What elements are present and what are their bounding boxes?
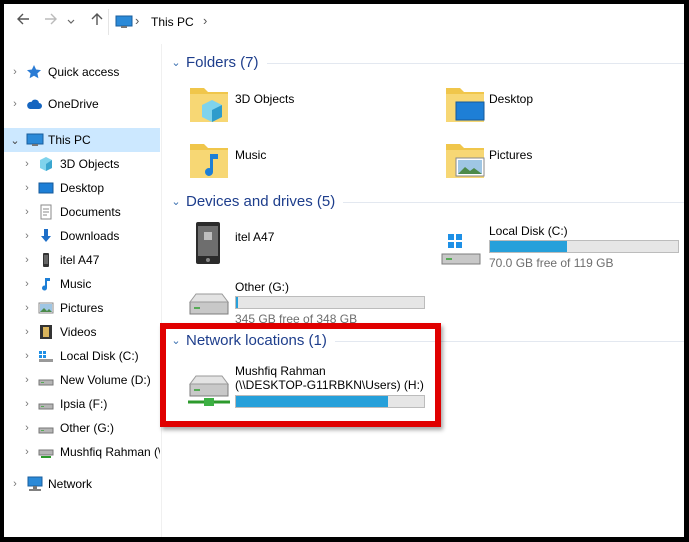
- sidebar-item-videos[interactable]: › Videos: [4, 320, 160, 344]
- star-icon: [26, 64, 42, 80]
- expand-chevron-icon[interactable]: ›: [20, 158, 34, 170]
- usage-bar-fill-g: [236, 297, 238, 308]
- breadcrumb-this-pc[interactable]: This PC: [151, 15, 194, 29]
- usage-bar-g: [235, 296, 425, 309]
- expand-chevron-icon[interactable]: ›: [20, 278, 34, 290]
- expand-chevron-icon[interactable]: ›: [8, 478, 22, 490]
- drive-icon: [38, 396, 54, 412]
- usage-bar-fill-c: [490, 241, 568, 252]
- folder-pictures-icon: [446, 144, 485, 178]
- device-local-disk-c[interactable]: Local Disk (C:) 70.0 GB free of 119 GB: [436, 218, 681, 270]
- sidebar-item-desktop[interactable]: › Desktop: [4, 176, 160, 200]
- highlight-box: [160, 323, 441, 427]
- forward-arrow-icon: [45, 13, 57, 25]
- document-icon: [38, 204, 54, 220]
- windows-drive-icon: [441, 234, 481, 265]
- sidebar-item-local-disk-c[interactable]: › Local Disk (C:): [4, 344, 160, 368]
- sidebar-item-3d-objects[interactable]: › 3D Objects: [4, 152, 160, 176]
- address-bar-row: › This PC ›: [4, 4, 684, 40]
- group-divider: [343, 201, 684, 203]
- sidebar-item-pictures[interactable]: › Pictures: [4, 296, 160, 320]
- drive-icon: [189, 293, 229, 315]
- expand-chevron-icon[interactable]: ›: [20, 230, 34, 242]
- expand-chevron-icon[interactable]: ›: [20, 254, 34, 266]
- sidebar-item-network[interactable]: › Network: [4, 472, 160, 496]
- computer-icon: [26, 132, 44, 148]
- sidebar-item-quick-access[interactable]: › Quick access: [4, 60, 160, 84]
- expand-chevron-icon[interactable]: ›: [8, 98, 22, 110]
- forward-button[interactable]: [40, 12, 62, 32]
- folder-music-icon: [190, 144, 228, 178]
- cube-icon: [38, 156, 54, 172]
- folder-music[interactable]: Music: [184, 136, 404, 186]
- windows-drive-icon: [38, 348, 54, 364]
- up-button[interactable]: [86, 12, 108, 32]
- film-icon: [38, 324, 54, 340]
- sidebar-item-itel-a47[interactable]: › itel A47: [4, 248, 160, 272]
- download-arrow-icon: [38, 228, 54, 244]
- expand-chevron-icon[interactable]: ›: [20, 302, 34, 314]
- folder-3d-objects[interactable]: 3D Objects: [184, 80, 404, 130]
- sidebar-item-onedrive[interactable]: › OneDrive: [4, 92, 160, 116]
- group-divider: [266, 62, 684, 64]
- address-box[interactable]: › This PC ›: [108, 9, 684, 35]
- music-note-icon: [38, 276, 54, 292]
- sidebar-item-downloads[interactable]: › Downloads: [4, 224, 160, 248]
- sidebar-item-ipsia-f[interactable]: › Ipsia (F:): [4, 392, 160, 416]
- expand-chevron-icon[interactable]: ›: [8, 66, 22, 78]
- collapse-chevron-icon[interactable]: ⌄: [168, 195, 184, 208]
- expand-chevron-icon[interactable]: ›: [20, 182, 34, 194]
- sidebar-item-other-g[interactable]: › Other (G:): [4, 416, 160, 440]
- portable-device-icon: [196, 222, 220, 264]
- up-arrow-icon: [91, 13, 103, 25]
- back-arrow-icon: [17, 13, 29, 25]
- folder-desktop-icon: [446, 88, 485, 122]
- group-header-devices[interactable]: ⌄ Devices and drives (5): [168, 190, 684, 212]
- pane-divider[interactable]: [161, 44, 162, 537]
- sidebar-item-mushfiq-rahman[interactable]: › Mushfiq Rahman (\: [4, 440, 160, 464]
- expand-chevron-icon[interactable]: ›: [20, 446, 34, 458]
- back-button[interactable]: [12, 12, 34, 32]
- this-pc-icon: [115, 15, 133, 28]
- expand-chevron-icon[interactable]: ›: [20, 326, 34, 338]
- group-header-folders[interactable]: ⌄ Folders (7): [168, 51, 684, 73]
- usage-bar-c: [489, 240, 679, 253]
- breadcrumb-separator-end[interactable]: ›: [203, 13, 207, 28]
- recent-locations-button[interactable]: [64, 12, 78, 32]
- folder-desktop[interactable]: Desktop: [440, 80, 660, 130]
- drive-icon: [38, 420, 54, 436]
- file-explorer-window: › This PC › › Quick access › OneDrive ⌄ …: [4, 4, 684, 537]
- expand-chevron-icon[interactable]: ›: [20, 422, 34, 434]
- chevron-down-icon: [67, 19, 75, 24]
- sidebar-item-documents[interactable]: › Documents: [4, 200, 160, 224]
- breadcrumb-separator[interactable]: ›: [135, 13, 139, 28]
- network-icon: [26, 476, 43, 492]
- sidebar-item-this-pc[interactable]: ⌄ This PC: [4, 128, 160, 152]
- expand-chevron-icon[interactable]: ›: [20, 398, 34, 410]
- device-itel-a47[interactable]: itel A47: [184, 218, 424, 270]
- navigation-pane: › Quick access › OneDrive ⌄ This PC › 3D…: [4, 60, 160, 520]
- device-other-g[interactable]: Other (G:) 345 GB free of 348 GB: [184, 274, 429, 326]
- collapse-chevron-icon[interactable]: ⌄: [168, 56, 184, 69]
- collapse-chevron-icon[interactable]: ⌄: [8, 134, 22, 147]
- expand-chevron-icon[interactable]: ›: [20, 374, 34, 386]
- folder-pictures[interactable]: Pictures: [440, 136, 660, 186]
- picture-icon: [38, 300, 54, 316]
- sidebar-item-music[interactable]: › Music: [4, 272, 160, 296]
- expand-chevron-icon[interactable]: ›: [20, 350, 34, 362]
- sidebar-item-new-volume-d[interactable]: › New Volume (D:): [4, 368, 160, 392]
- drive-icon: [38, 372, 54, 388]
- network-drive-icon: [38, 444, 54, 460]
- phone-icon: [38, 252, 54, 268]
- desktop-icon: [38, 180, 54, 196]
- cloud-icon: [26, 96, 42, 112]
- folder-3d-objects-icon: [190, 88, 228, 122]
- expand-chevron-icon[interactable]: ›: [20, 206, 34, 218]
